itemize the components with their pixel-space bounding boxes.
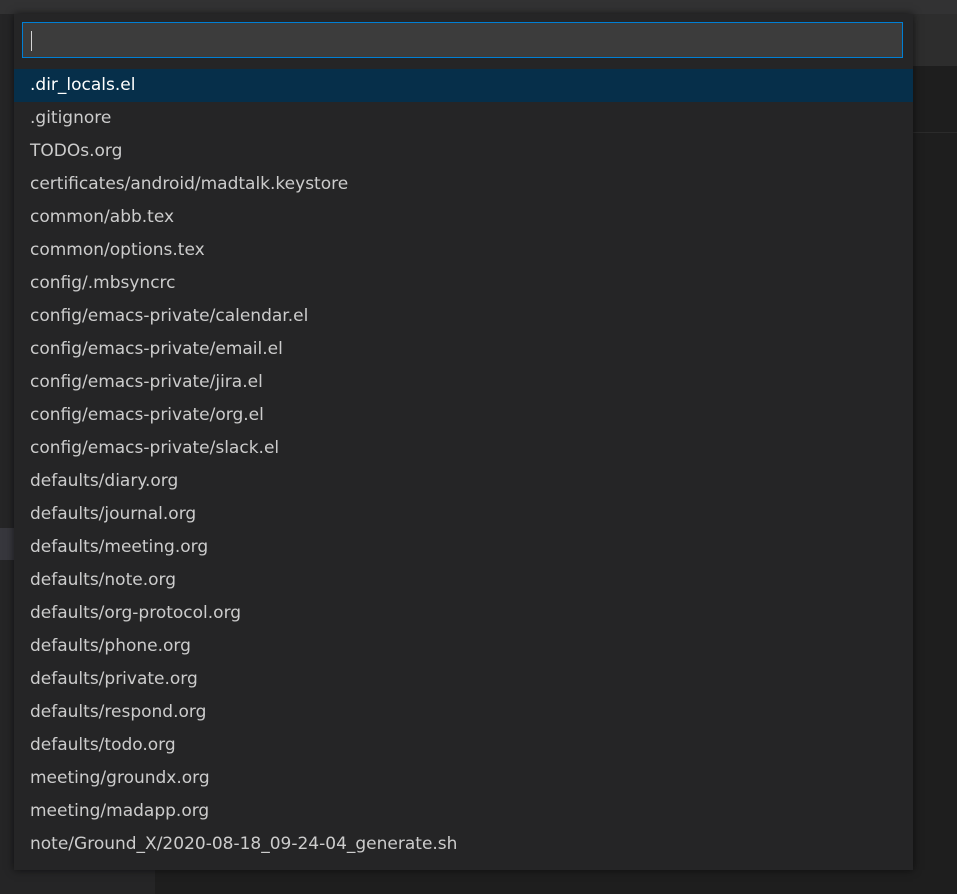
result-item[interactable]: config/emacs-private/slack.el [14,432,913,465]
result-item[interactable]: defaults/journal.org [14,498,913,531]
quick-open-panel: .dir_locals.el .gitignore TODOs.org certifi… [14,14,913,870]
result-item[interactable]: .gitignore [14,102,913,135]
result-item[interactable]: defaults/note.org [14,564,913,597]
sidebar-selected-item[interactable] [0,528,14,560]
result-item-selected[interactable]: .dir_locals.el [14,69,913,102]
result-item[interactable]: certificates/android/madtalk.keystore [14,168,913,201]
result-item[interactable]: config/.mbsyncrc [14,267,913,300]
result-item[interactable]: config/emacs-private/email.el [14,333,913,366]
quick-open-results-list: .dir_locals.el .gitignore TODOs.org certifi… [14,69,913,861]
result-item[interactable]: defaults/private.org [14,663,913,696]
result-item[interactable]: config/emacs-private/calendar.el [14,300,913,333]
result-item[interactable]: meeting/madapp.org [14,795,913,828]
result-item[interactable]: defaults/todo.org [14,729,913,762]
result-item[interactable]: defaults/diary.org [14,465,913,498]
text-cursor [31,31,32,51]
result-item[interactable]: defaults/phone.org [14,630,913,663]
result-item[interactable]: TODOs.org [14,135,913,168]
result-item[interactable]: note/Ground_X/2020-08-18_09-24-04_genera… [14,828,913,861]
title-bar [0,0,957,14]
result-item[interactable]: common/options.tex [14,234,913,267]
result-item[interactable]: config/emacs-private/jira.el [14,366,913,399]
result-item[interactable]: meeting/groundx.org [14,762,913,795]
quick-open-input-box[interactable] [22,22,903,58]
result-item[interactable]: defaults/respond.org [14,696,913,729]
result-item[interactable]: defaults/org-protocol.org [14,597,913,630]
result-item[interactable]: common/abb.tex [14,201,913,234]
result-item[interactable]: config/emacs-private/org.el [14,399,913,432]
result-item[interactable]: defaults/meeting.org [14,531,913,564]
quick-open-search-input[interactable] [23,23,902,57]
